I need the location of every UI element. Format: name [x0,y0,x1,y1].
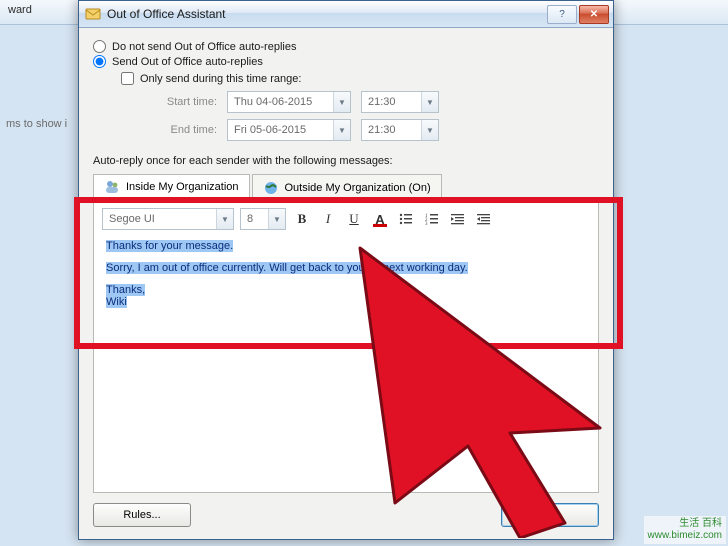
end-label: End time: [141,124,217,136]
radio-dont-send[interactable] [93,40,106,53]
font-size-value: 8 [241,213,268,225]
dialog-footer: Rules... OK [93,493,599,527]
tab-outside-label: Outside My Organization (On) [285,182,431,194]
end-date-combo[interactable]: Fri 05-06-2015 ▼ [227,119,351,141]
watermark: 生活 百科 www.bimeiz.com [644,516,726,544]
font-family-combo[interactable]: Segoe UI ▼ [102,208,234,230]
option-dont-send-label: Do not send Out of Office auto-replies [112,41,296,53]
tabs: Inside My Organization Outside My Organi… [93,173,599,200]
tab-inside-label: Inside My Organization [126,181,239,193]
close-button[interactable]: ✕ [579,5,609,24]
option-dont-send[interactable]: Do not send Out of Office auto-replies [93,40,599,53]
start-date-combo[interactable]: Thu 04-06-2015 ▼ [227,91,351,113]
watermark-line1: 生活 百科 [648,518,722,530]
end-time-value: 21:30 [362,124,421,136]
chevron-down-icon[interactable]: ▼ [268,209,285,229]
dialog-title: Out of Office Assistant [107,7,226,21]
start-time-value: 21:30 [362,96,421,108]
background-empty-message: ms to show i [6,118,67,130]
underline-button[interactable]: U [344,209,364,229]
watermark-line2: www.bimeiz.com [648,530,722,542]
font-size-combo[interactable]: 8 ▼ [240,208,286,230]
tab-outside[interactable]: Outside My Organization (On) [252,174,442,200]
option-send-label: Send Out of Office auto-replies [112,56,263,68]
message-line3b: Wiki [106,296,127,308]
only-range-row[interactable]: Only send during this time range: [121,72,599,85]
globe-icon [263,180,279,196]
chevron-down-icon[interactable]: ▼ [216,209,233,229]
message-editor[interactable]: Thanks for your message. Sorry, I am out… [102,236,590,484]
outdent-button[interactable] [448,209,468,229]
indent-button[interactable] [474,209,494,229]
message-line2: Sorry, I am out of office currently. Wil… [106,262,468,274]
svg-text:3: 3 [425,222,428,226]
rules-button[interactable]: Rules... [93,503,191,527]
message-line1: Thanks for your message. [106,240,233,252]
editor-panel: Segoe UI ▼ 8 ▼ B I U A 123 [93,200,599,493]
tab-inside[interactable]: Inside My Organization [93,174,250,200]
people-icon [104,179,120,195]
option-send[interactable]: Send Out of Office auto-replies [93,55,599,68]
message-line3a: Thanks, [106,284,145,296]
background-toolbar-item: ward [0,0,40,20]
time-range-block: Only send during this time range: Start … [121,72,599,141]
app-icon [85,6,101,22]
time-grid: Start time: Thu 04-06-2015 ▼ 21:30 ▼ End… [141,91,599,141]
chevron-down-icon[interactable]: ▼ [421,120,438,140]
help-button[interactable]: ? [547,5,577,24]
radio-send[interactable] [93,55,106,68]
start-time-combo[interactable]: 21:30 ▼ [361,91,439,113]
titlebar[interactable]: Out of Office Assistant ? ✕ [79,1,613,28]
italic-button[interactable]: I [318,209,338,229]
ok-button[interactable]: OK [501,503,599,527]
out-of-office-dialog: Out of Office Assistant ? ✕ Do not send … [78,0,614,540]
start-date-value: Thu 04-06-2015 [228,96,333,108]
bullet-list-button[interactable] [396,209,416,229]
start-label: Start time: [141,96,217,108]
chevron-down-icon[interactable]: ▼ [333,92,350,112]
chevron-down-icon[interactable]: ▼ [333,120,350,140]
auto-reply-section-label: Auto-reply once for each sender with the… [93,155,599,167]
end-date-value: Fri 05-06-2015 [228,124,333,136]
dialog-body: Do not send Out of Office auto-replies S… [79,28,613,539]
bold-button[interactable]: B [292,209,312,229]
numbered-list-button[interactable]: 123 [422,209,442,229]
only-range-checkbox[interactable] [121,72,134,85]
chevron-down-icon[interactable]: ▼ [421,92,438,112]
end-time-combo[interactable]: 21:30 ▼ [361,119,439,141]
only-range-label: Only send during this time range: [140,73,301,85]
font-color-button[interactable]: A [370,209,390,229]
format-toolbar: Segoe UI ▼ 8 ▼ B I U A 123 [102,208,590,230]
font-family-value: Segoe UI [103,213,216,225]
